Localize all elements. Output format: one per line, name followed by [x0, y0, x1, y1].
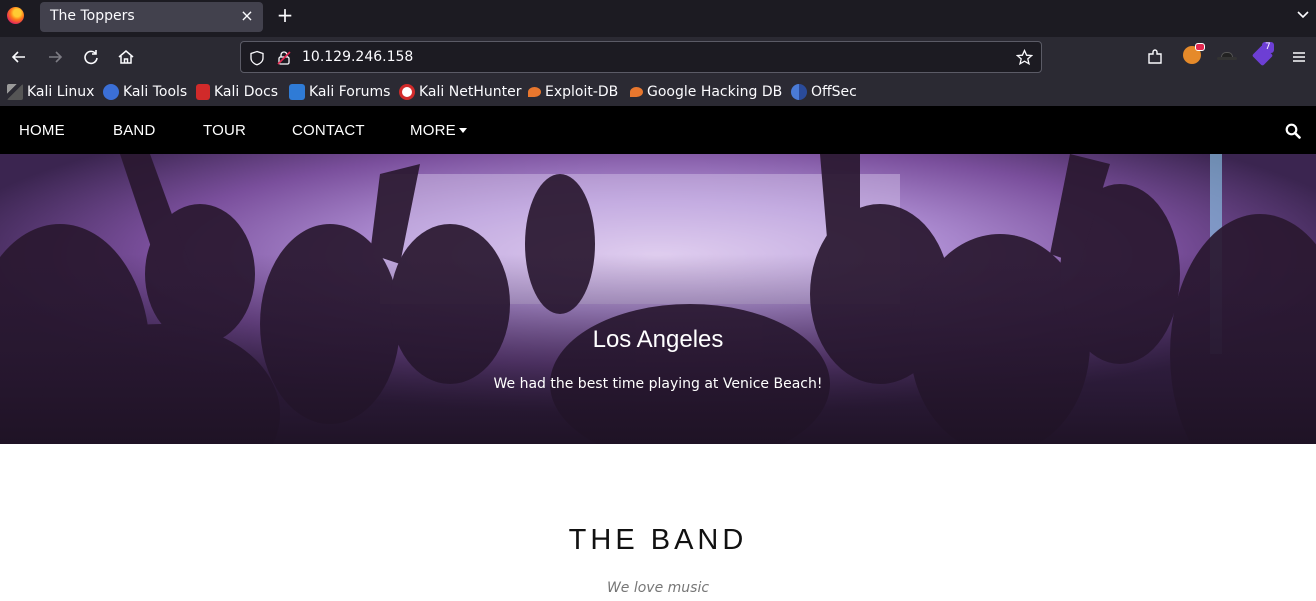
extension-hat-icon[interactable]: [1217, 52, 1237, 60]
kali-docs-icon: [196, 84, 210, 100]
insecure-lock-icon[interactable]: [276, 50, 292, 66]
hero-subtitle: We had the best time playing at Venice B…: [493, 376, 823, 392]
site-navbar: HOME BAND TOUR CONTACT MORE: [0, 106, 1316, 154]
bookmark-kali-forums[interactable]: Kali Forums: [289, 83, 390, 101]
bookmark-kali-docs[interactable]: Kali Docs: [196, 83, 278, 101]
bookmark-label: Kali NetHunter: [419, 84, 522, 100]
nav-more-dropdown[interactable]: MORE: [410, 122, 467, 139]
bookmark-label: Kali Docs: [214, 84, 279, 100]
bookmark-google-hacking-db[interactable]: Google Hacking DB: [630, 83, 782, 101]
bookmark-kali-linux[interactable]: Kali Linux: [7, 83, 94, 101]
nav-contact[interactable]: CONTACT: [292, 122, 365, 139]
bookmark-kali-tools[interactable]: Kali Tools: [103, 83, 187, 101]
app-menu-hamburger-icon[interactable]: [1288, 46, 1310, 68]
nav-tour[interactable]: TOUR: [203, 122, 246, 139]
extension-ublock-icon[interactable]: [1183, 43, 1205, 64]
browser-tab-strip: The Toppers × +: [0, 0, 1316, 37]
hero-slide: Los Angeles We had the best time playing…: [0, 154, 1316, 444]
kali-forums-icon: [289, 84, 305, 100]
bookmark-offsec[interactable]: OffSec: [791, 83, 857, 101]
bookmark-label: Kali Tools: [123, 84, 188, 100]
concert-crowd-image: [0, 154, 1316, 444]
browser-toolbar: 10.129.246.158 7: [0, 37, 1316, 77]
bookmark-exploit-db[interactable]: Exploit-DB: [528, 83, 618, 101]
tab-close-icon[interactable]: ×: [239, 6, 255, 25]
back-button[interactable]: [8, 46, 30, 68]
kali-tools-icon: [103, 84, 119, 100]
hero-title: Los Angeles: [592, 326, 724, 353]
home-button[interactable]: [115, 46, 137, 68]
tab-title: The Toppers: [50, 8, 135, 24]
browser-tab-active[interactable]: The Toppers ×: [40, 2, 263, 32]
band-section-title: THE BAND: [568, 524, 748, 556]
url-text[interactable]: 10.129.246.158: [302, 49, 413, 65]
firefox-logo-icon: [7, 7, 24, 24]
nav-band[interactable]: BAND: [113, 122, 155, 139]
bookmark-kali-nethunter[interactable]: Kali NetHunter: [399, 83, 521, 101]
kali-dragon-icon: [7, 84, 23, 100]
extension-badge-count: 7: [1262, 42, 1274, 53]
bookmark-label: OffSec: [811, 84, 857, 100]
offsec-icon: [791, 84, 807, 100]
forward-button[interactable]: [44, 46, 66, 68]
bookmark-label: Kali Forums: [309, 84, 391, 100]
nav-home[interactable]: HOME: [19, 122, 65, 139]
address-bar[interactable]: 10.129.246.158: [240, 41, 1042, 73]
ghdb-icon: [630, 87, 643, 97]
band-section-subtitle: We love music: [606, 580, 710, 596]
bookmarks-toolbar: Kali Linux Kali Tools Kali Docs Kali For…: [0, 77, 1316, 106]
bookmark-label: Kali Linux: [27, 84, 95, 100]
caret-down-icon: [458, 128, 467, 133]
bookmark-star-icon[interactable]: [1016, 49, 1033, 66]
list-all-tabs-icon[interactable]: [1296, 8, 1310, 22]
reload-button[interactable]: [80, 46, 102, 68]
nethunter-icon: [399, 84, 415, 100]
bookmark-label: Exploit-DB: [545, 84, 619, 100]
exploit-db-icon: [528, 87, 541, 97]
new-tab-button[interactable]: +: [276, 4, 294, 26]
bookmark-label: Google Hacking DB: [647, 84, 783, 100]
tracking-protection-shield-icon[interactable]: [249, 50, 265, 66]
search-icon[interactable]: [1285, 123, 1301, 139]
nav-more-label: MORE: [410, 122, 456, 139]
extensions-puzzle-icon[interactable]: [1144, 46, 1166, 68]
